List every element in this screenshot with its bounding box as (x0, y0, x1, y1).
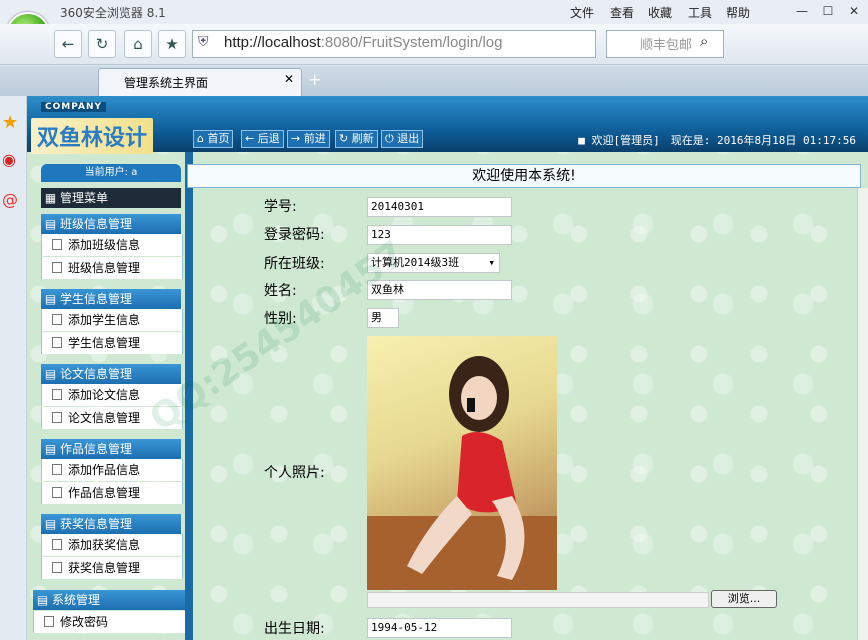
content-scrollbar[interactable] (857, 188, 868, 640)
doc-icon (52, 389, 62, 400)
group-paper[interactable]: ▤ 论文信息管理 (41, 364, 181, 384)
doc-icon (52, 539, 62, 550)
browse-button[interactable]: 浏览... (711, 590, 777, 608)
home-icon[interactable]: ⌂ (124, 30, 152, 58)
doc-icon (52, 487, 62, 498)
doc-icon (52, 412, 62, 423)
maximize-icon[interactable]: ☐ (816, 2, 840, 20)
doc-icon (52, 337, 62, 348)
menu-add-class[interactable]: 添加班级信息 (41, 234, 183, 256)
close-window-icon[interactable]: ✕ (842, 2, 866, 20)
student-photo (367, 336, 557, 590)
group-award[interactable]: ▤ 获奖信息管理 (41, 514, 181, 534)
doc-icon (52, 239, 62, 250)
nav-refresh-button[interactable]: ↻ 刷新 (335, 130, 378, 148)
doc-icon (52, 562, 62, 573)
student-no-label: 学号: (264, 199, 297, 215)
menu-manage-work[interactable]: 作品信息管理 (41, 482, 183, 504)
mail-icon[interactable]: @ (2, 190, 18, 209)
doc-icon (52, 262, 62, 273)
name-label: 姓名: (264, 283, 297, 299)
web-page: COMPANY 双鱼林设计 ⌂ 首页 ← 后退 → 前进 ↻ 刷新 ⏻ 退出 ■… (27, 96, 868, 640)
welcome-banner: 欢迎使用本系统! (187, 164, 861, 188)
minimize-icon[interactable]: — (790, 2, 814, 20)
search-input[interactable]: 顺丰包邮 (640, 34, 692, 53)
menu-favorites[interactable]: 收藏 (648, 4, 672, 21)
company-label: COMPANY (41, 102, 106, 112)
photo-figure-icon (367, 356, 557, 590)
menu-add-student[interactable]: 添加学生信息 (41, 309, 183, 331)
nav-logout-button[interactable]: ⏻ 退出 (381, 130, 424, 148)
browser-sidebar (0, 96, 27, 640)
group-student[interactable]: ▤ 学生信息管理 (41, 289, 181, 309)
group-class[interactable]: ▤ 班级信息管理 (41, 214, 181, 234)
search-icon[interactable]: ⌕ (700, 32, 708, 50)
class-label: 所在班级: (264, 256, 325, 272)
group-work[interactable]: ▤ 作品信息管理 (41, 439, 181, 459)
star-icon[interactable]: ★ (158, 30, 186, 58)
back-icon[interactable]: ← (54, 30, 82, 58)
address-text[interactable]: http://localhost:8080/FruitSystem/login/… (224, 34, 503, 51)
doc-icon (44, 616, 54, 627)
welcome-text: ■ 欢迎[管理员] 现在是: 2016年8月18日 01:17:56 (578, 134, 856, 147)
brand-logo: 双鱼林设计 (31, 118, 154, 154)
favorites-star-icon[interactable]: ★ (2, 112, 18, 133)
group-system[interactable]: ▤ 系统管理 (33, 590, 185, 610)
student-no-field[interactable]: 20140301 (367, 197, 512, 217)
menu-add-work[interactable]: 添加作品信息 (41, 459, 183, 481)
menu-change-password[interactable]: 修改密码 (33, 611, 187, 633)
current-user: 当前用户: a (41, 164, 181, 182)
menu-help[interactable]: 帮助 (726, 4, 750, 21)
menu-add-award[interactable]: 添加获奖信息 (41, 534, 183, 556)
photo-file-input[interactable] (367, 592, 709, 608)
browser-title: 360安全浏览器 8.1 (60, 6, 166, 20)
tab-close-icon[interactable]: ✕ (284, 72, 294, 86)
menu-manage-class[interactable]: 班级信息管理 (41, 257, 183, 279)
nav-home-button[interactable]: ⌂ 首页 (193, 130, 234, 148)
password-label: 登录密码: (264, 227, 325, 243)
doc-icon (52, 314, 62, 325)
shield-icon: ⛨ (198, 34, 209, 50)
new-tab-icon[interactable]: + (308, 70, 321, 89)
tab-title[interactable]: 管理系统主界面 (124, 74, 208, 91)
nav-back-button[interactable]: ← 后退 (241, 130, 284, 148)
weibo-icon[interactable]: ◉ (2, 150, 16, 169)
menu-title: ▦ 管理菜单 (41, 188, 181, 208)
photo-label: 个人照片: (264, 465, 325, 481)
menu-tools[interactable]: 工具 (688, 4, 712, 21)
birth-label: 出生日期: (264, 621, 325, 637)
menu-view[interactable]: 查看 (610, 4, 634, 21)
menu-file[interactable]: 文件 (570, 4, 594, 21)
chevron-down-icon: ▾ (488, 256, 495, 269)
nav-forward-button[interactable]: → 前进 (287, 130, 330, 148)
menu-manage-award[interactable]: 获奖信息管理 (41, 557, 183, 579)
birth-field[interactable]: 1994-05-12 (367, 618, 512, 638)
doc-icon (52, 464, 62, 475)
gender-field[interactable]: 男 (367, 308, 399, 328)
menu-manage-student[interactable]: 学生信息管理 (41, 332, 183, 354)
refresh-icon[interactable]: ↻ (88, 30, 116, 58)
